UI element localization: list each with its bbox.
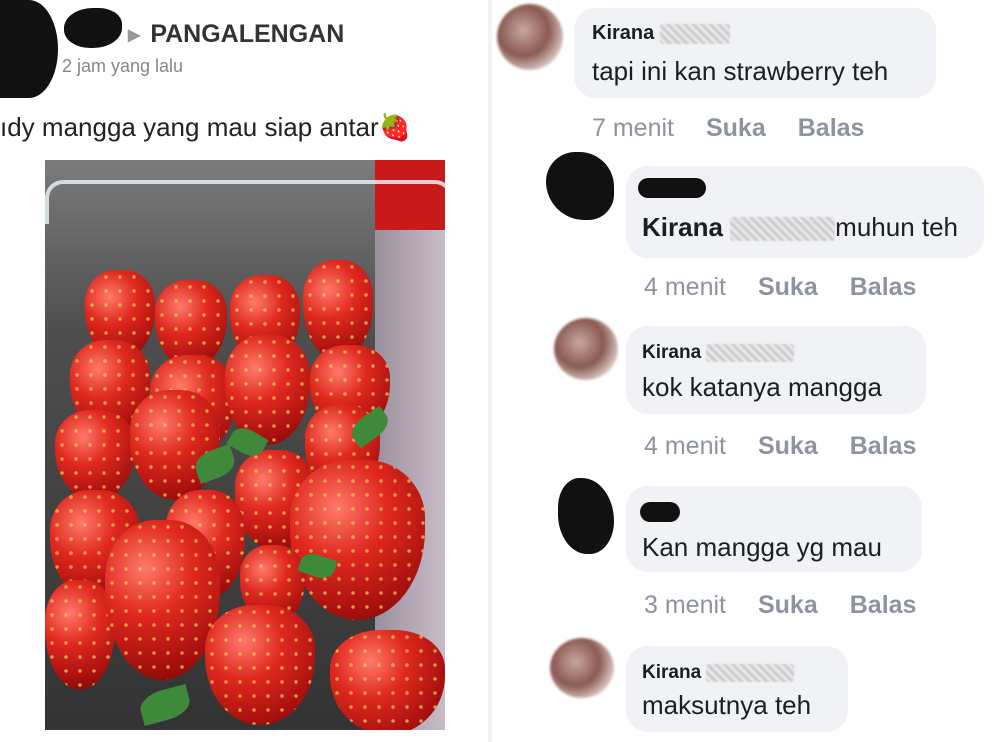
arrow-right-icon: ▶ xyxy=(128,26,141,44)
comment-text: muhun teh xyxy=(835,212,959,242)
comment-actions: 4 menit Suka Balas xyxy=(644,432,916,461)
redacted-avatar xyxy=(0,0,58,98)
comment-actions: 4 menit Suka Balas xyxy=(644,273,916,302)
commenter-name[interactable]: Kirana xyxy=(642,342,701,363)
comment-bubble: Kirana kok katanya mangga xyxy=(626,326,926,414)
post-header: ▶ PANGALENGAN xyxy=(128,20,344,49)
comments-panel: Kirana tapi ini kan strawberry teh 7 men… xyxy=(492,0,992,742)
comment-bubble: Kirana tapi ini kan strawberry teh xyxy=(574,8,936,98)
strawberry-emoji-icon: 🍓 xyxy=(378,112,412,142)
comment-actions: 7 menit Suka Balas xyxy=(592,114,864,143)
comment-time[interactable]: 4 menit xyxy=(644,432,726,461)
commenter-avatar-redacted[interactable] xyxy=(558,478,614,554)
redacted-author-name xyxy=(64,8,122,48)
commenter-avatar[interactable] xyxy=(554,318,618,380)
comment-text: Kan mangga yg mau xyxy=(642,532,882,562)
like-button[interactable]: Suka xyxy=(758,591,818,620)
post-text-content: ıdy mangga yang mau siap antar xyxy=(0,112,379,142)
blurred-surname xyxy=(706,663,795,682)
commenter-name[interactable]: Kirana xyxy=(642,662,701,683)
blurred-surname xyxy=(730,217,836,242)
post-panel: ▶ PANGALENGAN 2 jam yang lalu ıdy mangga… xyxy=(0,0,488,742)
like-button[interactable]: Suka xyxy=(758,273,818,302)
commenter-avatar[interactable] xyxy=(550,638,614,698)
post-photo[interactable] xyxy=(45,160,445,730)
blurred-surname xyxy=(659,23,730,44)
blurred-surname xyxy=(706,343,795,362)
comment-text: tapi ini kan strawberry teh xyxy=(592,56,889,86)
comment-time[interactable]: 7 menit xyxy=(592,114,674,143)
commenter-name[interactable]: Kirana xyxy=(592,22,654,44)
like-button[interactable]: Suka xyxy=(706,114,766,143)
comment-bubble: Kirana maksutnya teh xyxy=(626,646,848,732)
comment-text: maksutnya teh xyxy=(642,690,812,720)
reply-button[interactable]: Balas xyxy=(798,114,865,143)
reply-button[interactable]: Balas xyxy=(850,432,917,461)
like-button[interactable]: Suka xyxy=(758,432,818,461)
comment-bubble: Kan mangga yg mau xyxy=(626,486,922,572)
comment-time[interactable]: 4 menit xyxy=(644,273,726,302)
reply-button[interactable]: Balas xyxy=(850,591,917,620)
reply-button[interactable]: Balas xyxy=(850,273,917,302)
commenter-avatar[interactable] xyxy=(497,4,563,70)
location-link[interactable]: PANGALENGAN xyxy=(150,20,344,49)
container-rim xyxy=(45,180,445,224)
post-text: ıdy mangga yang mau siap antar🍓 xyxy=(0,112,411,143)
redacted-commenter-name xyxy=(638,178,706,198)
tagged-user[interactable]: Kirana xyxy=(642,212,723,242)
redacted-commenter-name xyxy=(640,502,680,522)
comment-time[interactable]: 3 menit xyxy=(644,591,726,620)
commenter-avatar-redacted[interactable] xyxy=(546,152,614,220)
comment-actions: 3 menit Suka Balas xyxy=(644,591,916,620)
post-timestamp[interactable]: 2 jam yang lalu xyxy=(62,56,183,77)
comment-bubble: Kirana muhun teh xyxy=(626,166,984,258)
comment-text: kok katanya mangga xyxy=(642,372,882,402)
